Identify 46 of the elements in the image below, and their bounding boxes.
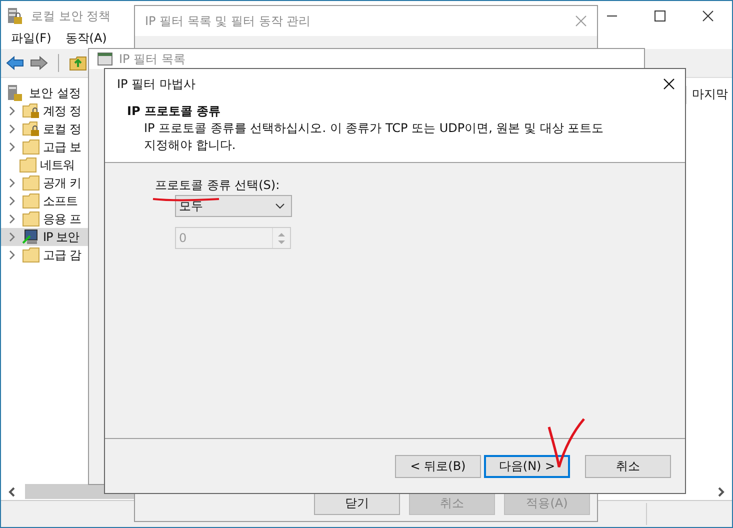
folder-icon: [22, 193, 40, 209]
tree-item[interactable]: 고급 보: [1, 138, 91, 156]
forward-arrow-icon[interactable]: [30, 56, 48, 70]
tree-item[interactable]: 계정 정: [1, 102, 91, 120]
tree-item[interactable]: 소프트: [1, 192, 91, 210]
window-title: IP 필터 목록: [119, 50, 186, 68]
folder-icon: [19, 157, 37, 173]
step-description: 지정해야 합니다.: [143, 137, 237, 154]
protocol-dropdown[interactable]: 모두: [175, 195, 292, 217]
tree-item[interactable]: 로컬 정: [1, 120, 91, 138]
tree-item[interactable]: 고급 감: [1, 246, 91, 264]
close-icon[interactable]: [663, 78, 675, 90]
computer-icon: [22, 229, 40, 245]
field-label: 프로토콜 종류 선택(S):: [155, 177, 280, 193]
folder-up-icon[interactable]: [69, 55, 87, 71]
underline-mark: [152, 196, 220, 202]
scroll-left-icon[interactable]: [7, 486, 17, 496]
folder-icon: [22, 139, 40, 155]
locked-folder-icon: [22, 103, 40, 119]
scroll-right-icon[interactable]: [716, 486, 726, 496]
server-lock-icon: [7, 84, 23, 102]
tree-item[interactable]: IP 보안: [1, 228, 91, 246]
window-title: 로컬 보안 정책: [31, 8, 111, 24]
tree-item[interactable]: 공개 키: [1, 174, 91, 192]
wizard-button[interactable]: 다음(N) >: [484, 454, 570, 478]
tree-item[interactable]: 응용 프: [1, 210, 91, 228]
dialog-button[interactable]: 닫기: [314, 492, 400, 515]
tree-item[interactable]: 보안 설정: [29, 84, 81, 102]
close-icon[interactable]: [702, 10, 714, 22]
window-title: IP 필터 목록 및 필터 동작 관리: [145, 12, 311, 30]
step-heading: IP 프로토콜 종류: [127, 103, 222, 120]
wizard-button[interactable]: < 뒤로(B): [395, 454, 481, 478]
maximize-icon[interactable]: [654, 10, 666, 22]
menu-item[interactable]: 파일(F): [11, 31, 52, 46]
window-title: IP 필터 마법사: [117, 76, 196, 92]
wizard-button[interactable]: 취소: [585, 454, 671, 478]
tree-item[interactable]: 네트워: [1, 156, 91, 174]
column-header[interactable]: 마지막: [692, 87, 728, 101]
back-arrow-icon[interactable]: [6, 56, 24, 70]
locked-folder-icon: [22, 121, 40, 137]
server-lock-icon: [7, 7, 23, 25]
check-mark: [547, 417, 587, 469]
menu-item[interactable]: 동작(A): [65, 31, 107, 46]
step-description: IP 프로토콜 종류를 선택하십시오. 이 종류가 TCP 또는 UDP이면, 원본 및 대상 포트도: [143, 120, 605, 137]
folder-icon: [22, 175, 40, 191]
window-icon: [97, 52, 113, 66]
